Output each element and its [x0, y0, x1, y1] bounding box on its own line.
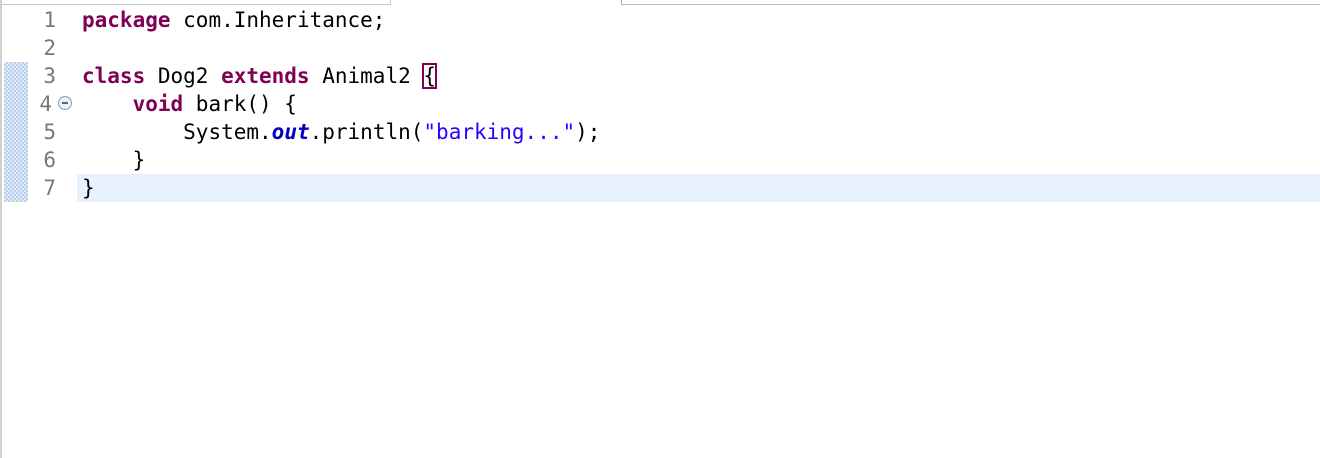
keyword: class [82, 64, 146, 88]
code-text: com.Inheritance; [170, 8, 386, 32]
tab-edge-left [390, 0, 391, 5]
code-line-6[interactable]: } [82, 146, 146, 174]
line-number[interactable]: 1 [28, 6, 56, 34]
line-number[interactable]: 2 [28, 34, 56, 62]
line-number[interactable]: 5 [28, 118, 56, 146]
code-line-4[interactable]: void bark() { [82, 90, 297, 118]
code-line-5[interactable]: System.out.println("barking..."); [82, 118, 600, 146]
static-field: out [271, 120, 310, 144]
code-text: ); [575, 120, 601, 144]
keyword: void [132, 92, 184, 116]
collapse-minus-icon[interactable] [58, 96, 72, 110]
change-ruler-marker[interactable] [4, 62, 28, 202]
code-line-7[interactable]: } [82, 174, 95, 202]
line-number[interactable]: 3 [28, 62, 56, 90]
matching-bracket: { [422, 63, 438, 89]
tab-strip-border-right [622, 4, 1320, 5]
code-text: bark() { [183, 92, 297, 116]
code-text: System. [183, 120, 272, 144]
string-literal: "barking..." [423, 120, 576, 144]
code-text: Dog2 [145, 64, 222, 88]
keyword: extends [221, 64, 310, 88]
code-editor[interactable]: 1 2 3 4 5 6 7 package com.Inheritance; c… [0, 0, 1320, 458]
tab-strip-border-left [2, 4, 390, 5]
keyword: package [82, 8, 171, 32]
code-text: Animal2 [309, 64, 424, 88]
line-number[interactable]: 4 [24, 90, 52, 118]
code-line-3[interactable]: class Dog2 extends Animal2 { [82, 62, 438, 90]
code-text: .println( [309, 120, 424, 144]
code-line-1[interactable]: package com.Inheritance; [82, 6, 385, 34]
line-number[interactable]: 7 [28, 174, 56, 202]
line-number[interactable]: 6 [28, 146, 56, 174]
current-line-highlight [77, 174, 1320, 202]
